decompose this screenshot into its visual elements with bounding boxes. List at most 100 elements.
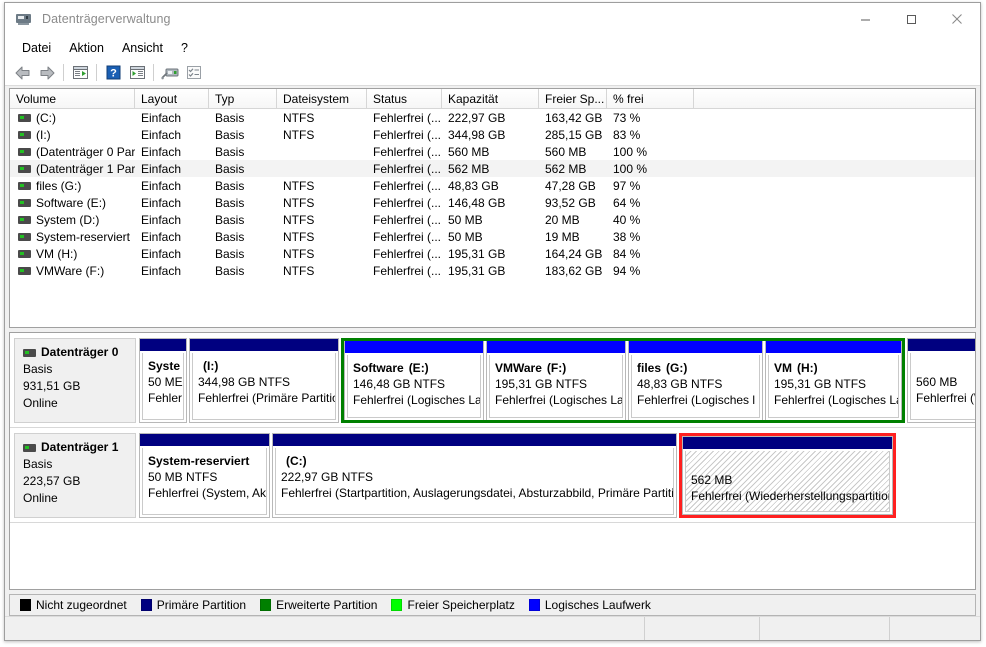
cell-typ: Basis <box>215 161 245 176</box>
column-header-blank[interactable] <box>694 89 975 108</box>
partition-block[interactable]: Software (E:) 146,48 GB NTFS Fehlerfrei (Lo… <box>344 341 484 420</box>
table-row[interactable]: (I:) Einfach Basis NTFS Fehlerfrei (... 344,9… <box>10 126 975 143</box>
legend-swatch <box>528 599 540 611</box>
svg-text:?: ? <box>110 68 117 80</box>
cell-kapazitaet: 146,48 GB <box>448 195 506 210</box>
cell-layout: Einfach <box>141 127 182 142</box>
column-header-status[interactable]: Status <box>367 89 442 108</box>
properties-icon[interactable] <box>182 62 206 84</box>
table-row[interactable]: VM (H:) Einfach Basis NTFS Fehlerfrei (... 19… <box>10 245 975 262</box>
partition-block[interactable]: System-reserviert 50 MB NTFS Fehlerfrei (S… <box>139 433 270 518</box>
disk-size: 223,57 GB <box>23 474 81 488</box>
close-button[interactable] <box>934 3 980 35</box>
partition-title: VM (H:) <box>774 360 898 376</box>
column-header-layout[interactable]: Layout <box>135 89 209 108</box>
cell-layout: Einfach <box>141 263 182 278</box>
column-header-dateisystem[interactable]: Dateisystem <box>277 89 367 108</box>
cell-prozent: 100 % <box>613 161 648 176</box>
cell-layout: Einfach <box>141 161 182 176</box>
legend-swatch <box>20 599 31 611</box>
column-header-typ[interactable]: Typ <box>209 89 277 108</box>
cell-status: Fehlerfrei (... <box>373 229 442 244</box>
cell-layout: Einfach <box>141 246 182 261</box>
partition-block[interactable]: files (G:) 48,83 GB NTFS Fehlerfrei (Logisc… <box>628 341 763 420</box>
disk-graphical-view: Datenträger 0 Basis 931,51 GB Online Syste 50… <box>9 332 976 590</box>
disk-name-label: Datenträger 0 <box>41 345 119 359</box>
cell-layout: Einfach <box>141 212 182 227</box>
cell-status: Fehlerfrei (... <box>373 110 442 125</box>
help-icon[interactable]: ? <box>101 62 125 84</box>
forward-icon[interactable] <box>35 62 59 84</box>
cell-status: Fehlerfrei (... <box>373 144 442 159</box>
table-row[interactable]: (C:) Einfach Basis NTFS Fehlerfrei (... 222,9… <box>10 109 975 126</box>
cell-typ: Basis <box>215 127 245 142</box>
status-bar <box>5 616 980 640</box>
minimize-button[interactable] <box>842 3 888 35</box>
show-hide-console-tree-icon[interactable] <box>68 62 92 84</box>
disk-state: Online <box>23 396 58 410</box>
partition-details: (C:) 222,97 GB NTFS Fehlerfrei (Startparti… <box>275 448 674 515</box>
partition-label: VMWare <box>495 361 542 375</box>
table-row[interactable]: System (D:) Einfach Basis NTFS Fehlerfrei (.… <box>10 211 975 228</box>
table-row[interactable]: (Datenträger 1 Par... Einfach Basis Fehlerf… <box>10 160 975 177</box>
partition-drive-letter: (F:) <box>546 361 567 375</box>
table-row[interactable]: Software (E:) Einfach Basis NTFS Fehlerfrei … <box>10 194 975 211</box>
column-header-kapazit-t[interactable]: Kapazität <box>442 89 539 108</box>
partition-block[interactable]: (I:) 344,98 GB NTFS Fehlerfrei (Primäre Pa… <box>189 338 339 423</box>
column-header-frei[interactable]: % frei <box>607 89 694 108</box>
table-row[interactable]: files (G:) Einfach Basis NTFS Fehlerfrei (..… <box>10 177 975 194</box>
menu-item-datei[interactable]: Datei <box>13 38 60 58</box>
menu-item-hilfe[interactable]: ? <box>172 38 197 58</box>
cell-typ: Basis <box>215 212 245 227</box>
back-icon[interactable] <box>11 62 35 84</box>
cell-layout: Einfach <box>141 144 182 159</box>
volume-name-cell: System-reserviert <box>10 230 135 244</box>
cell-layout: Einfach <box>141 195 182 210</box>
partition-status: Fehlerfrei (Primäre Partitio <box>198 391 336 405</box>
maximize-button[interactable] <box>888 3 934 35</box>
partition-details: VM (H:) 195,31 GB NTFS Fehlerfrei (Logische… <box>768 355 899 418</box>
partition-title: (C:) <box>281 453 673 469</box>
cell-kapazitaet: 50 MB <box>448 212 483 227</box>
table-row[interactable]: (Datenträger 0 Par... Einfach Basis Fehlerf… <box>10 143 975 160</box>
cell-layout: Einfach <box>141 110 182 125</box>
rescan-disks-icon[interactable] <box>158 62 182 84</box>
volume-name-label: (Datenträger 0 Par... <box>36 144 135 159</box>
drive-icon <box>23 348 36 357</box>
partition-size: 560 MB <box>916 375 958 389</box>
partition-title: Syste <box>148 358 183 374</box>
show-action-pane-icon[interactable] <box>125 62 149 84</box>
cell-prozent: 83 % <box>613 127 641 142</box>
table-row[interactable]: VMWare (F:) Einfach Basis NTFS Fehlerfrei (.… <box>10 262 975 279</box>
drive-icon <box>18 266 31 275</box>
cell-dateisystem: NTFS <box>283 178 315 193</box>
partition-capacity-bar <box>140 339 186 351</box>
table-row[interactable]: System-reserviert Einfach Basis NTFS Fehlerf… <box>10 228 975 245</box>
partition-block[interactable]: VMWare (F:) 195,31 GB NTFS Fehlerfrei (Logi… <box>486 341 626 420</box>
partition-block[interactable]: (C:) 222,97 GB NTFS Fehlerfrei (Startparti… <box>272 433 677 518</box>
partition-size: 48,83 GB NTFS <box>637 377 723 391</box>
column-header-volume[interactable]: Volume <box>10 89 135 108</box>
column-header-freier-sp[interactable]: Freier Sp... <box>539 89 607 108</box>
partition-block[interactable]: 562 MB Fehlerfrei (Wiederherstellungspart… <box>682 436 893 515</box>
legend-item: Nicht zugeordnet <box>20 598 127 612</box>
disk-info-panel[interactable]: Datenträger 1 Basis 223,57 GB Online <box>14 433 136 518</box>
selected-partition-container[interactable]: 562 MB Fehlerfrei (Wiederherstellungspart… <box>679 433 896 518</box>
partition-size: 195,31 GB NTFS <box>774 377 867 391</box>
legend-swatch <box>140 599 152 611</box>
partition-block[interactable]: Syste 50 ME Fehler <box>139 338 187 423</box>
cell-typ: Basis <box>215 195 245 210</box>
legend-item: Primäre Partition <box>140 598 246 612</box>
extended-partition-container[interactable]: Software (E:) 146,48 GB NTFS Fehlerfrei (Lo… <box>341 338 905 423</box>
toolbar-separator <box>63 64 64 81</box>
partition-block[interactable]: VM (H:) 195,31 GB NTFS Fehlerfrei (Logische… <box>765 341 902 420</box>
cell-typ: Basis <box>215 229 245 244</box>
volume-name-cell: VM (H:) <box>10 247 135 261</box>
legend-label: Logisches Laufwerk <box>544 598 651 612</box>
partition-block[interactable]: 560 MB Fehlerfrei (W <box>907 338 975 423</box>
disk-info-panel[interactable]: Datenträger 0 Basis 931,51 GB Online <box>14 338 136 423</box>
menu-item-ansicht[interactable]: Ansicht <box>113 38 172 58</box>
menu-item-aktion[interactable]: Aktion <box>60 38 113 58</box>
volume-name-label: Software (E:) <box>36 195 107 210</box>
disk-title: Datenträger 1 <box>23 439 135 456</box>
